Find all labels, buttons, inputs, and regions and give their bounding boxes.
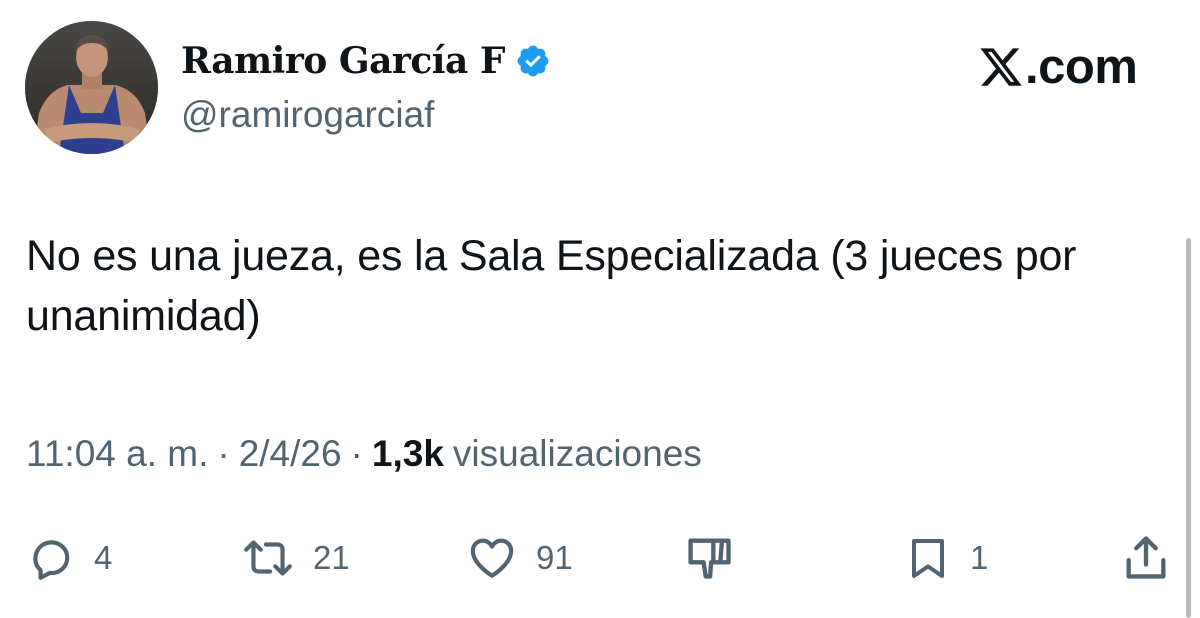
tweet-time[interactable]: 11:04 a. m. <box>26 433 208 475</box>
tweet-meta: 11:04 a. m. · 2/4/26 · 1,3k visualizacio… <box>26 433 702 475</box>
heart-icon <box>466 533 518 583</box>
thumbs-down-icon <box>683 532 735 584</box>
views-label: visualizaciones <box>452 433 702 474</box>
like-button[interactable]: 91 <box>466 530 573 586</box>
repost-button[interactable]: 21 <box>241 530 350 586</box>
verified-badge-icon <box>515 43 551 79</box>
repost-icon <box>241 533 295 583</box>
avatar[interactable] <box>25 21 158 154</box>
x-logo-icon <box>978 44 1024 90</box>
views-count: 1,3k <box>371 433 444 474</box>
tweet-date[interactable]: 2/4/26 <box>239 433 342 475</box>
x-brand: .com <box>978 37 1138 97</box>
meta-separator: · <box>350 433 363 474</box>
bookmark-count: 1 <box>970 539 989 576</box>
scrollbar[interactable] <box>1186 238 1191 618</box>
bookmark-icon <box>904 533 952 583</box>
reply-icon <box>26 533 76 583</box>
reply-button[interactable]: 4 <box>26 530 112 586</box>
share-button[interactable] <box>1120 530 1172 586</box>
meta-separator: · <box>217 433 230 474</box>
repost-count: 21 <box>313 539 350 576</box>
dislike-button[interactable] <box>683 530 735 586</box>
x-brand-suffix: .com <box>1025 39 1138 94</box>
like-count: 91 <box>536 539 573 576</box>
tweet-text: No es una jueza, es la Sala Especializad… <box>26 232 1077 340</box>
reply-count: 4 <box>94 539 113 576</box>
bookmark-button[interactable]: 1 <box>904 530 988 586</box>
author-handle[interactable]: @ramirogarciaf <box>181 94 434 136</box>
author-name-row[interactable]: Ramiro García F <box>181 36 551 86</box>
action-bar: 4 21 91 1 <box>0 530 1200 586</box>
display-name[interactable]: Ramiro García F <box>181 40 505 82</box>
share-icon <box>1120 532 1172 584</box>
